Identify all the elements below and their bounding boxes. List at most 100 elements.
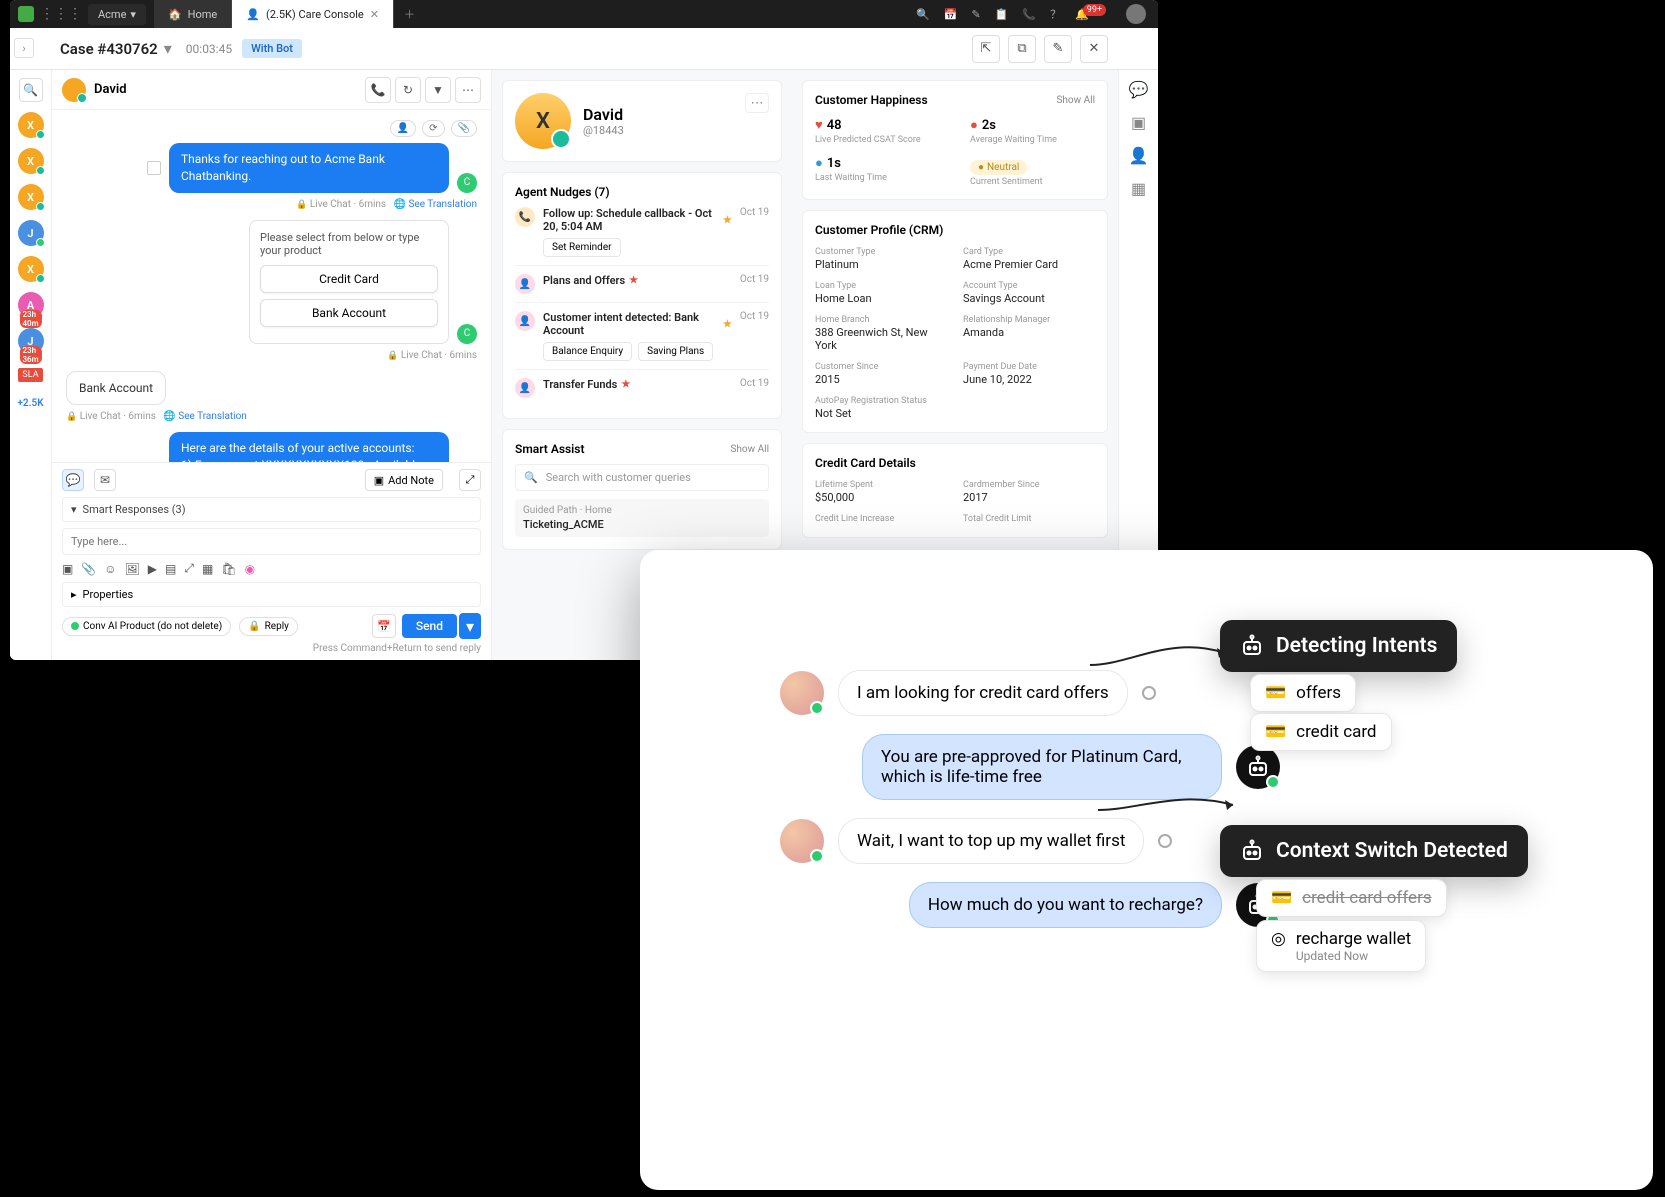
composer-tab-email[interactable]: ✉	[94, 469, 116, 491]
mini-action-2[interactable]: ⟳	[422, 120, 444, 137]
expand-composer-button[interactable]: ⤢	[459, 469, 481, 491]
refresh-button[interactable]: ↻	[395, 77, 421, 103]
call-button[interactable]: 📞	[365, 77, 391, 103]
help-icon[interactable]: ？	[1050, 6, 1061, 22]
rail-avatar-5[interactable]: X	[18, 256, 44, 282]
rail-chat-icon[interactable]: 💬	[1129, 80, 1149, 99]
mini-action-3[interactable]: 📎	[451, 120, 477, 137]
rail-avatar-2[interactable]: X	[18, 148, 44, 174]
add-note-button[interactable]: ▣ Add Note	[365, 469, 443, 491]
send-button[interactable]: Send	[402, 614, 457, 638]
customer-happiness-card: Customer Happiness Show All ♥48Live Pred…	[802, 80, 1108, 200]
balance-enquiry-button[interactable]: Balance Enquiry	[543, 342, 632, 361]
nudge-3[interactable]: 👤 Customer intent detected: Bank Account…	[515, 303, 769, 370]
tab-care-console[interactable]: 👤 (2.5K) Care Console✕	[232, 0, 394, 28]
user-avatar[interactable]	[1126, 4, 1146, 24]
schedule-button[interactable]: 📅	[372, 614, 396, 638]
rail-search-button[interactable]: 🔍	[19, 78, 43, 102]
close-tab-icon[interactable]: ✕	[370, 8, 379, 21]
close-case-button[interactable]: ✕	[1080, 35, 1108, 63]
bot-avatar-c: C	[457, 173, 477, 193]
properties-toggle[interactable]: ▸ Properties	[62, 582, 481, 607]
nudge-2[interactable]: 👤 Plans and Offers★ Oct 19	[515, 266, 769, 303]
sla-badge: SLA	[18, 368, 42, 382]
chip-old-intent: 💳 credit card offers	[1256, 879, 1447, 917]
rail-avatar-3[interactable]: X	[18, 184, 44, 210]
titlebar: ⋮⋮⋮ Acme▾ 🏠 Home 👤 (2.5K) Care Console✕ …	[10, 0, 1158, 28]
tab-home[interactable]: 🏠 Home	[154, 0, 232, 28]
more-button[interactable]: ⋯	[455, 77, 481, 103]
product-tag[interactable]: Conv AI Product (do not delete)	[62, 617, 231, 636]
rail-grid-icon[interactable]: ▦	[1131, 179, 1146, 198]
tb-expand[interactable]: ⤢	[184, 561, 194, 576]
msg-checkbox[interactable]	[147, 161, 161, 175]
tb-shop[interactable]: 🛍	[221, 562, 236, 576]
option-bank-account[interactable]: Bank Account	[260, 299, 438, 327]
tb-doc[interactable]: ▤	[165, 562, 176, 576]
calendar-icon[interactable]: 📅	[944, 8, 958, 21]
clipboard-icon[interactable]: 📋	[995, 8, 1009, 21]
guided-path[interactable]: Guided Path · Home Ticketing_ACME	[515, 499, 769, 537]
case-chevron-icon[interactable]: ▾	[164, 39, 172, 58]
happiness-showall[interactable]: Show All	[1056, 95, 1095, 106]
expand-rail-button[interactable]: ›	[14, 38, 34, 58]
assist-showall[interactable]: Show All	[730, 444, 769, 455]
profile-avatar: X	[515, 93, 571, 149]
chat-avatar	[62, 78, 86, 102]
mini-action-1[interactable]: 👤	[390, 120, 416, 137]
rail-avatar-7[interactable]: J23h 36m	[18, 328, 44, 354]
search-icon[interactable]: 🔍	[916, 8, 930, 21]
user-icon: 👤	[515, 378, 535, 398]
nudge-1[interactable]: 📞 Follow up: Schedule callback - Oct 20,…	[515, 199, 769, 266]
bell-icon[interactable]: 🔔99+	[1075, 8, 1112, 21]
rail-avatar-1[interactable]: X	[18, 112, 44, 138]
nudges-title: Agent Nudges (7)	[515, 185, 769, 199]
sentiment-badge: ● Neutral	[970, 160, 1027, 175]
send-dropdown[interactable]: ▾	[459, 613, 481, 639]
conversation-rail: 🔍 X X X J X A23h 40m J23h 36m SLA +2.5K	[10, 70, 52, 660]
tb-code[interactable]: ▦	[202, 562, 213, 576]
tb-cube[interactable]: ◉	[245, 562, 255, 576]
app-logo	[18, 6, 34, 22]
assist-title: Smart Assist	[515, 442, 585, 456]
rail-avatar-6[interactable]: A23h 40m	[18, 292, 44, 318]
rail-widget-icon[interactable]: ▣	[1131, 113, 1146, 132]
tb-attach[interactable]: 📎	[81, 562, 96, 576]
tb-check[interactable]: ▣	[62, 562, 73, 576]
composer-toolbar: ▣ 📎 ☺ 🖼 ▶ ▤ ⤢ ▦ 🛍 ◉	[62, 561, 481, 576]
bot-avatar-c2: C	[457, 324, 477, 344]
edit-icon[interactable]: ✎	[971, 8, 980, 21]
option-credit-card[interactable]: Credit Card	[260, 265, 438, 293]
filter-button[interactable]: ▼	[425, 77, 451, 103]
composer-tab-chat[interactable]: 💬	[62, 469, 84, 491]
copy-button[interactable]: ⧉	[1008, 35, 1036, 63]
nudge-4[interactable]: 👤 Transfer Funds★ Oct 19	[515, 370, 769, 406]
rail-person-icon[interactable]: 👤	[1129, 146, 1149, 165]
reply-lock[interactable]: 🔒 Reply	[239, 617, 298, 636]
workspace-selector[interactable]: Acme▾	[88, 4, 146, 25]
composer: 💬 ✉ ▣ Add Note ⤢ ▾ Smart Responses (3) ▣…	[52, 462, 491, 660]
profile-more-button[interactable]: ⋯	[745, 93, 769, 113]
rail-count[interactable]: +2.5K	[17, 398, 43, 409]
tb-image[interactable]: 🖼	[125, 562, 140, 576]
key-button[interactable]: ✎	[1044, 35, 1072, 63]
popout-button[interactable]: ⇱	[972, 35, 1000, 63]
see-translation-link[interactable]: See Translation	[408, 199, 477, 210]
message-input[interactable]	[62, 528, 481, 555]
set-reminder-button[interactable]: Set Reminder	[543, 238, 621, 257]
tb-emoji[interactable]: ☺	[104, 562, 116, 576]
app-grid-icon[interactable]: ⋮⋮⋮	[40, 6, 82, 22]
rail-avatar-4[interactable]: J	[18, 220, 44, 246]
tb-video[interactable]: ▶	[148, 562, 157, 576]
assist-search[interactable]: 🔍 Search with customer queries	[515, 464, 769, 491]
add-tab-button[interactable]: ＋	[394, 6, 425, 22]
smart-responses-toggle[interactable]: ▾ Smart Responses (3)	[62, 497, 481, 522]
phone-icon[interactable]: 📞	[1022, 8, 1036, 21]
see-translation-link-2[interactable]: See Translation	[178, 411, 247, 422]
case-number[interactable]: Case #430762	[60, 40, 158, 58]
ov-bot-avatar-1	[1236, 745, 1280, 789]
connector-dot-1	[1142, 686, 1156, 700]
chip-credit-card: 💳 credit card	[1250, 713, 1392, 751]
with-bot-badge: With Bot	[242, 39, 302, 58]
saving-plans-button[interactable]: Saving Plans	[638, 342, 713, 361]
